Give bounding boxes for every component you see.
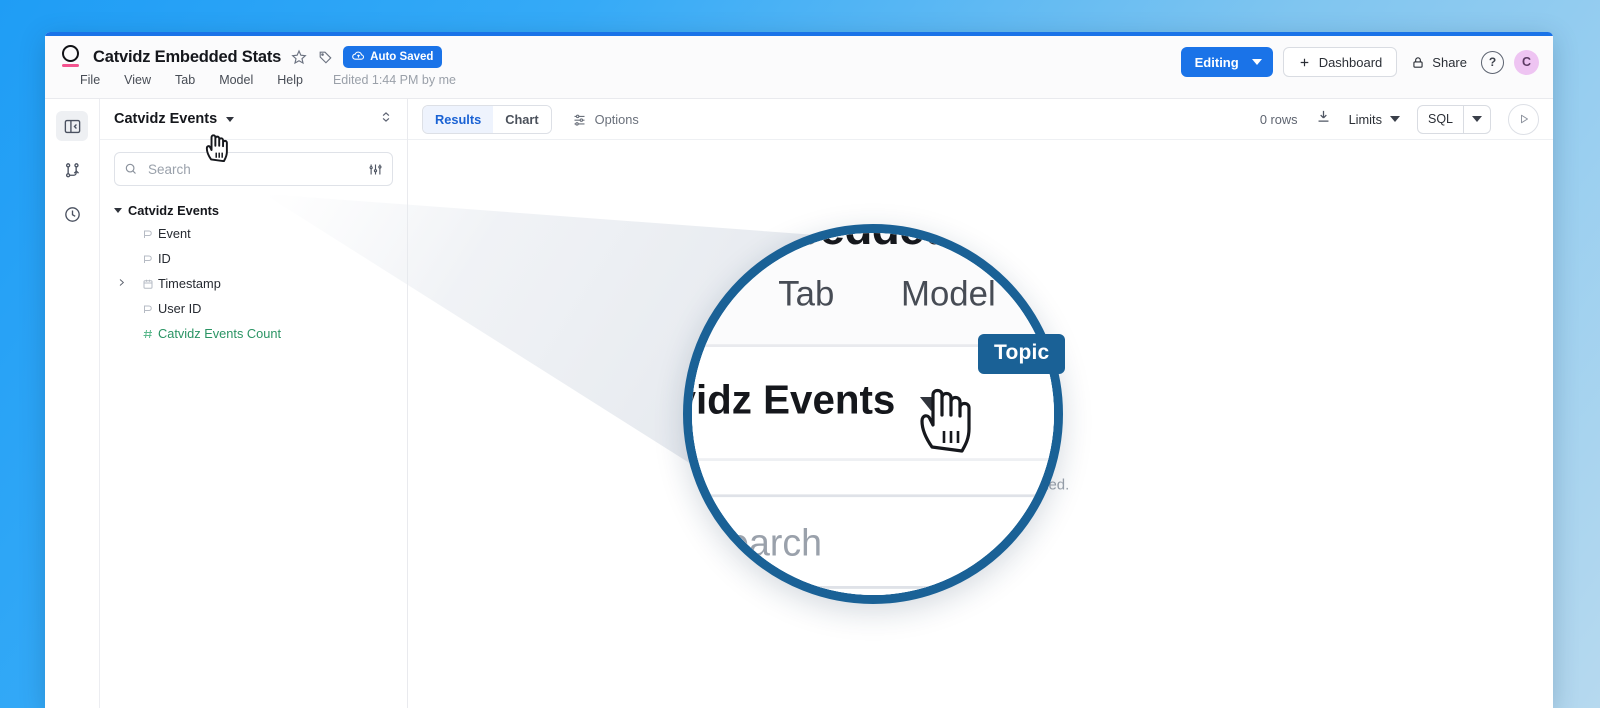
tree-root[interactable]: Catvidz Events <box>114 200 407 221</box>
icon-rail <box>45 99 100 708</box>
sliders-icon <box>574 114 585 126</box>
tree-item-label: Timestamp <box>158 276 221 291</box>
favorite-star-icon[interactable] <box>291 49 307 65</box>
share-button[interactable]: Share <box>1407 55 1471 70</box>
editing-label: Editing <box>1194 54 1239 70</box>
app-window: Catvidz Embedded Stats Auto Saved File V… <box>45 32 1553 708</box>
menu-help[interactable]: Help <box>277 73 303 87</box>
menu-file[interactable]: File <box>80 73 100 87</box>
tree-item-label: ID <box>158 251 171 266</box>
branch-icon[interactable] <box>56 155 88 185</box>
help-icon[interactable]: ? <box>1481 50 1504 74</box>
avatar-initial: C <box>1521 55 1532 69</box>
menu-model[interactable]: Model <box>219 73 253 87</box>
menu-view[interactable]: View <box>124 73 151 87</box>
text-field-icon <box>138 228 158 240</box>
page-title: Catvidz Embedded Stats <box>93 47 282 66</box>
editing-mode-button[interactable]: Editing <box>1180 47 1273 77</box>
calendar-icon <box>138 278 158 290</box>
chevron-down-icon[interactable] <box>226 116 235 122</box>
sql-label: SQL <box>1427 112 1453 126</box>
main-panel: Results Chart Options 0 rows Limits SQL … <box>408 99 1553 708</box>
tree-item-user-id[interactable]: User ID <box>114 296 407 321</box>
row-count: 0 rows <box>1259 111 1298 127</box>
tree-item-label: User ID <box>158 301 202 316</box>
chevron-down-icon[interactable] <box>1463 105 1490 133</box>
field-search-box[interactable] <box>114 152 393 186</box>
chevron-down-icon <box>114 208 122 213</box>
autosaved-label: Auto Saved <box>370 50 434 63</box>
tree-item-timestamp[interactable]: Timestamp <box>114 271 407 296</box>
sql-dropdown[interactable]: SQL <box>1416 104 1491 134</box>
results-canvas: Run a query to get started. <box>408 140 1553 708</box>
limits-dropdown[interactable]: Limits <box>1349 112 1400 127</box>
avatar[interactable]: C <box>1514 49 1539 75</box>
share-label: Share <box>1432 54 1467 70</box>
tree-item-label: Catvidz Events Count <box>158 326 282 341</box>
collapse-panel-icon[interactable] <box>56 111 88 141</box>
menu-tab[interactable]: Tab <box>175 73 195 87</box>
dashboard-label: Dashboard <box>1318 54 1383 70</box>
tree-item-id[interactable]: ID <box>114 246 407 271</box>
history-clock-icon[interactable] <box>56 199 88 229</box>
tree-item-catvidz-events-count[interactable]: Catvidz Events Count <box>114 321 407 346</box>
autosaved-badge: Auto Saved <box>343 46 443 68</box>
omni-logo <box>61 44 83 70</box>
app-header: Catvidz Embedded Stats Auto Saved File V… <box>45 36 1553 99</box>
add-dashboard-button[interactable]: Dashboard <box>1282 47 1398 77</box>
chevron-right-icon[interactable] <box>117 277 126 291</box>
app-body: Catvidz Events Search Catvidz Events Eve… <box>45 99 1553 708</box>
chevron-down-icon <box>1251 58 1262 65</box>
tab-chart[interactable]: Chart <box>493 105 551 133</box>
sidebar-header: Catvidz Events <box>100 99 407 140</box>
plus-icon <box>1300 58 1308 66</box>
lock-icon <box>1413 56 1423 68</box>
text-field-icon <box>138 253 158 265</box>
text-field-icon <box>138 303 158 315</box>
collapse-all-icon[interactable] <box>379 110 393 129</box>
topic-sidebar: Catvidz Events Search Catvidz Events Eve… <box>100 99 408 708</box>
run-query-button[interactable] <box>1508 103 1539 135</box>
search-input[interactable] <box>146 160 360 178</box>
chevron-down-icon <box>1389 115 1400 122</box>
options-button[interactable]: Options <box>572 112 639 127</box>
results-chart-tabs: Results Chart <box>422 104 552 134</box>
topic-name[interactable]: Catvidz Events <box>114 111 217 127</box>
empty-state-message: Run a query to get started. <box>891 476 1070 494</box>
tree-root-label: Catvidz Events <box>128 203 220 218</box>
filter-settings-icon[interactable] <box>368 162 383 177</box>
options-label: Options <box>594 111 639 127</box>
edited-timestamp: Edited 1:44 PM by me <box>332 73 456 87</box>
help-glyph: ? <box>1488 55 1497 69</box>
tree-item-label: Event <box>158 226 191 241</box>
results-toolbar: Results Chart Options 0 rows Limits SQL <box>408 99 1553 140</box>
hash-icon <box>138 328 158 340</box>
tree-item-event[interactable]: Event <box>114 221 407 246</box>
search-icon <box>125 163 136 174</box>
download-icon[interactable] <box>1315 108 1332 130</box>
limits-label: Limits <box>1348 111 1382 127</box>
tag-icon[interactable] <box>317 49 333 65</box>
tab-results[interactable]: Results <box>423 105 494 133</box>
field-tree: Catvidz Events Event ID Timestamp User I… <box>100 186 407 346</box>
